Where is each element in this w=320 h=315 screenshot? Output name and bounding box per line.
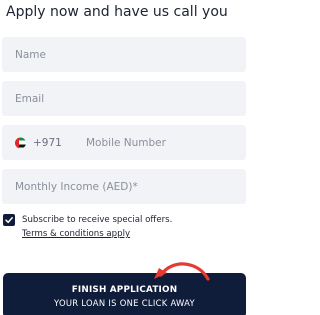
income-placeholder: Monthly Income (AED)* — [15, 180, 138, 193]
subscribe-label: Subscribe to receive special offers. — [22, 215, 173, 225]
finish-button-subtitle: YOUR LOAN IS ONE CLICK AWAY — [54, 298, 195, 308]
finish-button-title: FINISH APPLICATION — [71, 285, 178, 295]
country-code[interactable]: +971 — [33, 137, 62, 149]
email-field[interactable]: Email — [2, 81, 246, 116]
mobile-placeholder: Mobile Number — [86, 136, 166, 149]
uae-flag-icon[interactable] — [15, 137, 26, 148]
curved-arrow-icon — [154, 262, 210, 281]
loan-application-form: Apply now and have us call you Name Emai… — [0, 0, 250, 315]
name-placeholder: Name — [15, 48, 46, 61]
name-field[interactable]: Name — [2, 37, 246, 72]
checkmark-icon — [5, 217, 13, 224]
form-heading: Apply now and have us call you — [6, 4, 228, 20]
email-placeholder: Email — [15, 92, 45, 105]
monthly-income-field[interactable]: Monthly Income (AED)* — [2, 169, 246, 204]
mobile-number-field[interactable]: +971 Mobile Number — [2, 125, 246, 160]
subscribe-checkbox[interactable] — [3, 214, 15, 226]
terms-link[interactable]: Terms & conditions apply — [22, 229, 130, 239]
